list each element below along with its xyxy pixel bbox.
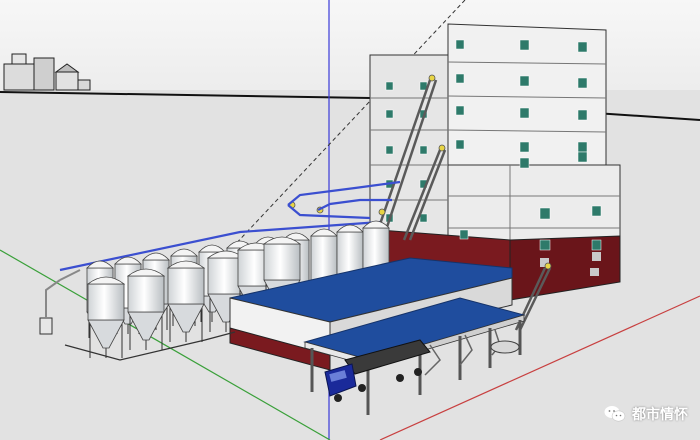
discharge-drum: [490, 340, 520, 354]
truck-wheel: [358, 384, 366, 392]
truck-wheel: [414, 368, 422, 376]
3d-scene[interactable]: [0, 0, 700, 440]
watermark: 都市情怀: [604, 404, 688, 424]
wechat-icon: [604, 406, 626, 422]
truck-wheel: [396, 374, 404, 382]
watermark-text: 都市情怀: [632, 407, 688, 423]
truck-wheel: [334, 394, 342, 402]
model-viewport[interactable]: 都市情怀: [0, 0, 700, 440]
